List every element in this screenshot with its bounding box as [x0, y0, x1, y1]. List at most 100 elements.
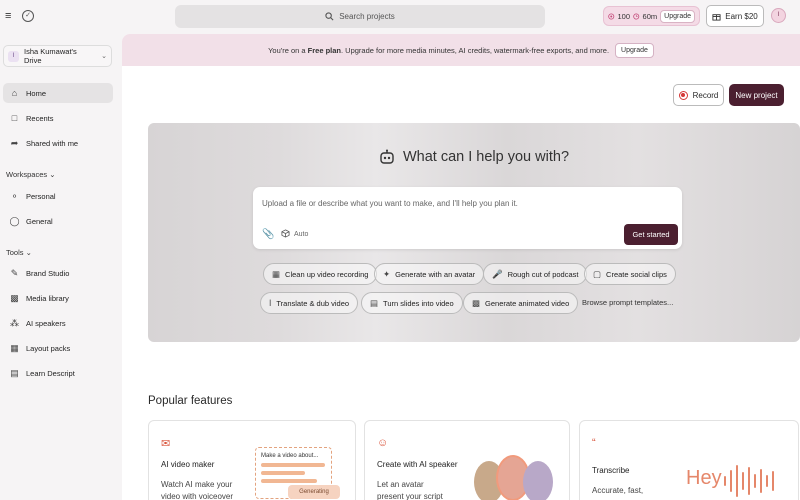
chip-animated-video[interactable]: ▩ Generate animated video [463, 292, 579, 314]
search-icon [325, 12, 334, 21]
feature-card-ai-video-maker[interactable]: ✉ AI video maker Watch AI make your vide… [148, 420, 356, 500]
drive-selector[interactable]: I Isha Kumawat's Drive ⌄ [3, 45, 112, 67]
speaker-icon: ⁂ [10, 317, 19, 328]
sidebar: I Isha Kumawat's Drive ⌄ ⌂ Home □ Recent… [0, 34, 122, 500]
chip-slides-to-video[interactable]: ▤ Turn slides into video [361, 292, 463, 314]
chip-generate-avatar[interactable]: ✦ Generate with an avatar [374, 263, 485, 285]
usage-upgrade-button[interactable]: Upgrade [660, 9, 695, 23]
chip-label: Translate & dub video [276, 298, 350, 308]
group-icon: ◯ [9, 215, 20, 226]
card-title: AI video maker [161, 460, 215, 469]
record-icon [678, 90, 688, 100]
get-started-button[interactable]: Get started [624, 224, 678, 245]
feature-card-ai-speaker[interactable]: ☺ Create with AI speaker Let an avatar p… [364, 420, 570, 500]
minutes-count: 60m [642, 11, 658, 21]
tools-label: Tools [6, 248, 24, 257]
card-description: Watch AI make your video with voiceover [161, 480, 234, 500]
chevron-down-icon: ⌄ [25, 248, 32, 257]
card-title: Create with AI speaker [377, 460, 458, 469]
search-bar[interactable]: Search projects [175, 5, 545, 28]
person-add-icon: ☺ [377, 437, 389, 449]
workspaces-section-toggle[interactable]: Workspaces ⌄ [6, 170, 56, 179]
chip-social-clips[interactable]: ▢ Create social clips [584, 263, 676, 285]
chip-label: Turn slides into video [383, 298, 454, 308]
recents-icon: □ [11, 113, 18, 123]
gift-icon [712, 13, 721, 21]
user-avatar[interactable]: I [771, 8, 786, 23]
plan-banner: You're on a Free plan. Upgrade for more … [122, 34, 800, 66]
card-title: Transcribe [592, 466, 630, 475]
chip-clean-up-video[interactable]: ▦ Clean up video recording [263, 263, 378, 285]
prompt-input[interactable]: Upload a file or describe what you want … [262, 199, 518, 208]
mockup-bar [261, 471, 305, 475]
popular-features-title: Popular features [148, 395, 233, 407]
model-auto-label[interactable]: Auto [294, 231, 308, 238]
hero-title: What can I help you with? [148, 149, 800, 165]
person-icon: ⚬ [10, 190, 19, 201]
ai-prompt-hero: What can I help you with? Upload a file … [148, 123, 800, 342]
sidebar-item-label: Media library [26, 293, 69, 303]
prompt-input-box[interactable]: Upload a file or describe what you want … [253, 187, 682, 249]
clock-icon [633, 13, 640, 19]
cube-icon[interactable] [281, 229, 290, 238]
translate-icon: ا [269, 297, 272, 308]
record-button[interactable]: Record [673, 84, 724, 106]
sidebar-item-personal[interactable]: ⚬ Personal [3, 186, 113, 206]
video-sparkle-icon: ✉ [161, 438, 171, 450]
chip-label: Rough cut of podcast [507, 269, 579, 279]
sidebar-item-label: Learn Descript [26, 368, 75, 378]
mockup-bar [261, 463, 325, 467]
check-circle-icon[interactable]: ✓ [22, 10, 34, 22]
sidebar-item-label: AI speakers [26, 318, 66, 328]
credits-count: 100 [617, 11, 631, 21]
chip-label: Create social clips [606, 269, 667, 279]
banner-text: You're on a Free plan. Upgrade for more … [268, 46, 609, 55]
search-placeholder: Search projects [339, 12, 395, 21]
descript-logo-icon[interactable]: ≡ [5, 10, 17, 24]
banner-upgrade-button[interactable]: Upgrade [615, 42, 654, 58]
sidebar-item-label: Layout packs [26, 343, 71, 353]
banner-plan: Free plan [307, 45, 341, 55]
usage-widget[interactable]: 100 60m Upgrade [603, 6, 700, 26]
drive-name: Isha Kumawat's Drive [24, 47, 77, 65]
tools-section-toggle[interactable]: Tools ⌄ [6, 248, 32, 257]
brand-icon: ✎ [10, 267, 19, 278]
sidebar-item-learn-descript[interactable]: ▤ Learn Descript [3, 363, 113, 383]
chip-label: Generate with an avatar [395, 269, 476, 279]
earn-label: Earn $20 [725, 11, 758, 21]
chip-translate-dub[interactable]: ا Translate & dub video [260, 292, 359, 314]
chip-rough-cut-podcast[interactable]: 🎤 Rough cut of podcast [483, 263, 588, 285]
sidebar-item-shared[interactable]: ➦ Shared with me [3, 133, 113, 153]
media-icon: ▩ [10, 292, 19, 303]
clip-icon: ▢ [593, 268, 602, 279]
sidebar-item-general[interactable]: ◯ General [3, 211, 113, 231]
banner-text-after: . Upgrade for more media minutes, AI cre… [341, 45, 610, 55]
mockup-title: Make a video about... [261, 453, 319, 459]
sidebar-item-home[interactable]: ⌂ Home [3, 83, 113, 103]
sidebar-item-brand-studio[interactable]: ✎ Brand Studio [3, 263, 113, 283]
microphone-icon: 🎤 [492, 268, 503, 279]
earn-button[interactable]: Earn $20 [706, 5, 764, 27]
quote-icon: “ [592, 437, 596, 449]
paperclip-icon[interactable]: 📎 [262, 229, 274, 240]
sidebar-item-label: General [26, 216, 53, 226]
feature-card-transcribe[interactable]: “ Transcribe Accurate, fast, across Hey [579, 420, 799, 500]
animation-icon: ▩ [472, 297, 481, 308]
chip-label: Generate animated video [485, 298, 570, 308]
sidebar-item-layout-packs[interactable]: ▦ Layout packs [3, 338, 113, 358]
chevron-down-icon: ⌄ [49, 170, 56, 179]
sidebar-item-media-library[interactable]: ▩ Media library [3, 288, 113, 308]
drive-avatar: I [8, 50, 19, 62]
sidebar-item-recents[interactable]: □ Recents [3, 108, 113, 128]
top-bar: ≡ ✓ Search projects 100 60m Upgrade Earn… [0, 0, 800, 34]
browse-templates-link[interactable]: Browse prompt templates... [582, 298, 673, 307]
banner-text-before: You're on a [268, 45, 306, 55]
card-description: Accurate, fast, across [592, 486, 644, 500]
workspaces-label: Workspaces [6, 170, 48, 179]
sidebar-item-label: Home [26, 88, 47, 98]
new-project-button[interactable]: New project [729, 84, 784, 106]
main-content: You're on a Free plan. Upgrade for more … [122, 34, 800, 500]
mockup-generating-button: Generating [288, 485, 340, 499]
slides-icon: ▤ [370, 297, 379, 308]
sidebar-item-ai-speakers[interactable]: ⁂ AI speakers [3, 313, 113, 333]
